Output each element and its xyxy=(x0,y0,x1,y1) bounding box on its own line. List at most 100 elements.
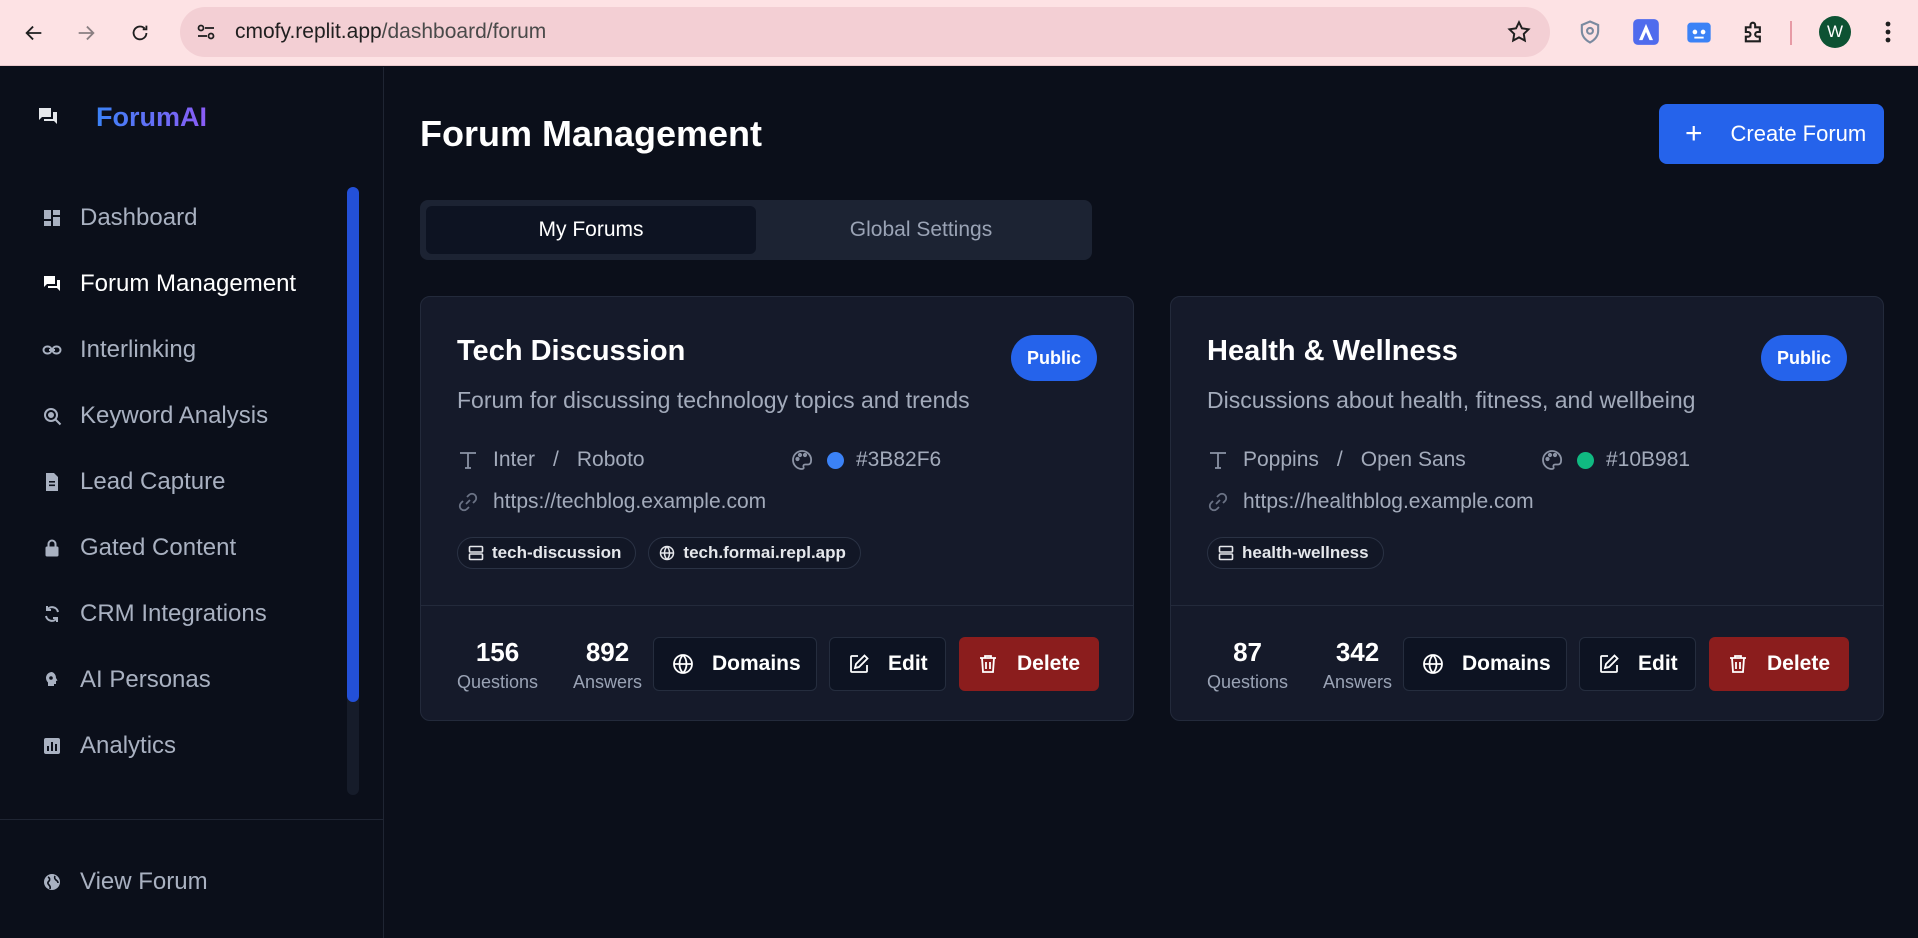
typography-icon xyxy=(460,452,476,469)
a-extension[interactable] xyxy=(1630,16,1662,48)
answers-label: Answers xyxy=(1323,672,1393,692)
edit-label: Edit xyxy=(888,652,928,675)
palette-icon xyxy=(1542,450,1562,470)
edit-button[interactable]: Edit xyxy=(1579,637,1696,691)
sidebar-item-label: Forum Management xyxy=(80,270,297,297)
forum-url[interactable]: https://healthblog.example.com xyxy=(1207,487,1534,517)
profile-avatar[interactable]: W xyxy=(1819,16,1851,48)
globe-icon xyxy=(673,654,693,674)
url-host: cmofy.replit.app xyxy=(235,20,382,43)
slug-text: tech-discussion xyxy=(492,543,622,562)
address-bar[interactable]: cmofy.replit.app/dashboard/forum xyxy=(180,7,1550,57)
link-icon xyxy=(42,345,62,355)
url-path: /dashboard/forum xyxy=(381,20,547,43)
slug-chip: health-wellness xyxy=(1207,537,1384,569)
sidebar-item-label: AI Personas xyxy=(80,666,211,693)
analytics-icon xyxy=(44,738,60,754)
tab-global-settings[interactable]: Global Settings xyxy=(756,206,1086,254)
forward-button[interactable] xyxy=(66,13,106,53)
slug-chip: tech-discussion xyxy=(457,537,637,569)
sidebar-scrollbar-thumb[interactable] xyxy=(347,187,359,702)
globe-icon xyxy=(44,874,60,890)
sidebar-item-label: Analytics xyxy=(80,732,177,759)
sidebar-item-analytics[interactable]: Analytics xyxy=(0,713,350,779)
answers-count: 892 xyxy=(585,637,630,667)
document-icon xyxy=(46,473,58,491)
sidebar-item-forum-management[interactable]: Forum Management xyxy=(0,251,350,317)
brand[interactable]: ForumAI xyxy=(36,97,207,137)
puzzle-icon xyxy=(1744,21,1761,43)
tab-list: My Forums Global Settings xyxy=(420,200,1092,260)
forum-color: #3B82F6 xyxy=(791,445,941,475)
body-font: Roboto xyxy=(576,448,645,471)
domains-label: Domains xyxy=(1462,652,1551,675)
domains-button[interactable]: Domains xyxy=(1403,637,1567,691)
heading-font: Poppins xyxy=(1243,448,1319,471)
slug-text: health-wellness xyxy=(1242,543,1369,562)
sidebar-item-label: View Forum xyxy=(80,868,208,895)
domains-button[interactable]: Domains xyxy=(653,637,817,691)
domains-label: Domains xyxy=(712,652,801,675)
bot-extension[interactable] xyxy=(1683,16,1715,48)
shield-extension[interactable] xyxy=(1574,16,1606,48)
sidebar-item-interlinking[interactable]: Interlinking xyxy=(0,317,350,383)
answers-count: 342 xyxy=(1335,637,1380,667)
font-separator: / xyxy=(1336,448,1343,471)
browser-menu-button[interactable] xyxy=(1872,16,1904,48)
extensions-button[interactable] xyxy=(1738,16,1770,48)
domain-text: tech.formai.repl.app xyxy=(683,543,846,562)
link-icon xyxy=(1208,492,1228,512)
browser-toolbar: cmofy.replit.app/dashboard/forum W xyxy=(0,0,1918,66)
create-forum-button[interactable]: + Create Forum xyxy=(1659,104,1884,164)
delete-label: Delete xyxy=(1017,652,1081,675)
questions-label: Questions xyxy=(1207,672,1289,692)
globe-icon xyxy=(1423,654,1443,674)
answers-stat: 342 Answers xyxy=(1323,637,1392,693)
page-title: Forum Management xyxy=(420,113,763,154)
persona-icon xyxy=(46,672,58,686)
forum-fonts: Inter / Roboto xyxy=(457,445,645,475)
tab-my-forums[interactable]: My Forums xyxy=(426,206,756,254)
sidebar-item-label: Lead Capture xyxy=(80,468,226,495)
answers-label: Answers xyxy=(573,672,643,692)
sidebar-item-keyword-analysis[interactable]: Keyword Analysis xyxy=(0,383,350,449)
questions-stat: 156 Questions xyxy=(457,637,538,693)
forum-url-text: https://techblog.example.com xyxy=(493,490,767,513)
link-icon xyxy=(458,492,478,512)
edit-icon xyxy=(850,654,869,673)
reload-button[interactable] xyxy=(120,13,160,53)
sidebar-item-view-forum[interactable]: View Forum xyxy=(0,849,350,915)
sidebar-item-gated-content[interactable]: Gated Content xyxy=(0,515,350,581)
bookmark-star-icon[interactable] xyxy=(1506,19,1532,45)
card-divider xyxy=(1171,605,1883,606)
answers-stat: 892 Answers xyxy=(573,637,642,693)
palette-icon xyxy=(792,450,812,470)
shield-icon xyxy=(1580,20,1600,44)
color-swatch xyxy=(1577,451,1594,469)
sidebar-item-dashboard[interactable]: Dashboard xyxy=(0,185,350,251)
view-forum-link[interactable]: View Forum xyxy=(0,849,350,915)
forum-name: Health & Wellness xyxy=(1207,335,1458,367)
forum-description: Forum for discussing technology topics a… xyxy=(457,387,970,413)
more-vertical-icon xyxy=(1885,21,1891,43)
sidebar-item-crm-integrations[interactable]: CRM Integrations xyxy=(0,581,350,647)
delete-button[interactable]: Delete xyxy=(959,637,1099,691)
url-text[interactable]: cmofy.replit.app/dashboard/forum xyxy=(235,7,546,57)
create-forum-label: Create Forum xyxy=(1730,121,1867,146)
forum-name: Tech Discussion xyxy=(457,335,686,367)
keyword-search-icon xyxy=(44,408,62,426)
site-settings-icon[interactable] xyxy=(194,20,218,44)
questions-count: 87 xyxy=(1233,637,1262,667)
forum-url[interactable]: https://techblog.example.com xyxy=(457,487,766,517)
typography-icon xyxy=(1210,452,1226,469)
sidebar-nav: Dashboard Forum Management Interlinking … xyxy=(0,185,350,779)
edit-button[interactable]: Edit xyxy=(829,637,946,691)
sidebar-item-label: Interlinking xyxy=(80,336,197,363)
delete-button[interactable]: Delete xyxy=(1709,637,1849,691)
trash-icon xyxy=(980,655,996,673)
body-font: Open Sans xyxy=(1360,448,1466,471)
sidebar-item-lead-capture[interactable]: Lead Capture xyxy=(0,449,350,515)
sidebar-item-ai-personas[interactable]: AI Personas xyxy=(0,647,350,713)
back-button[interactable] xyxy=(14,13,54,53)
forum-card: Tech Discussion Public Forum for discuss… xyxy=(420,296,1134,721)
